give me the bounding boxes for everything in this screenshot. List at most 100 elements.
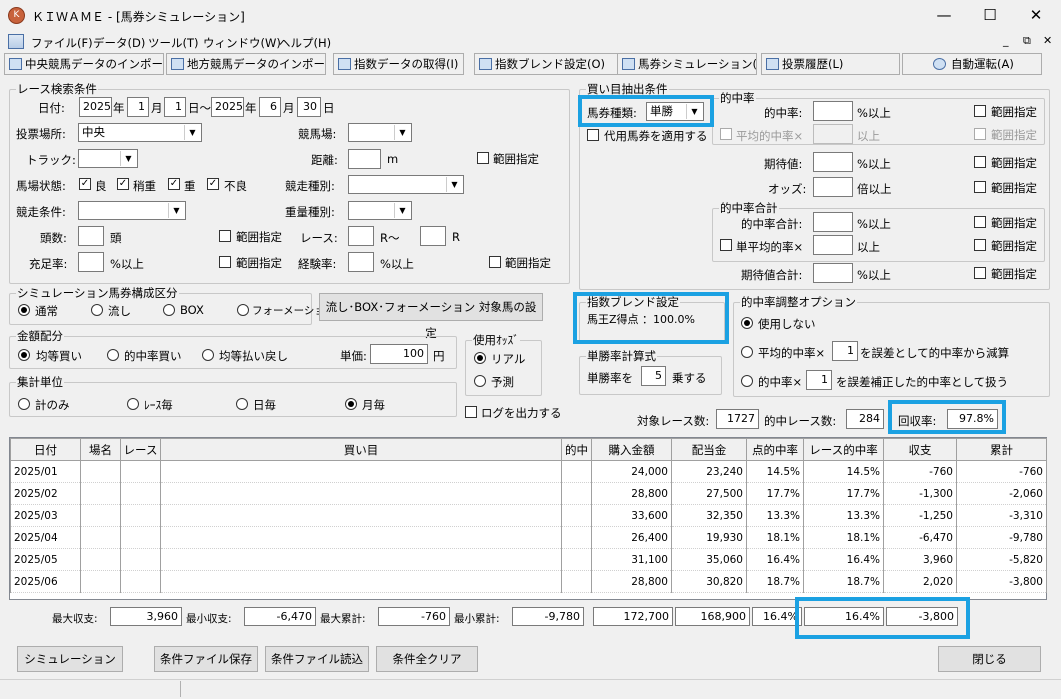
course-dropdown[interactable]: ▼ <box>348 123 412 142</box>
amount-hitrate-radio[interactable] <box>107 349 119 361</box>
col-cumulative[interactable]: 累計 <box>956 438 1047 461</box>
menu-window[interactable]: ウィンドウ(W) <box>203 35 281 51</box>
ground-heavy-checkbox[interactable]: ✓ <box>168 178 180 190</box>
to-year-input[interactable]: 2025 <box>211 97 244 117</box>
ground-slight-checkbox[interactable]: ✓ <box>117 178 129 190</box>
table-row[interactable]: 2025/05 31,100 35,060 16.4% 16.4% 3,960 -5,820 <box>10 548 1047 571</box>
vote-history-button[interactable]: 投票履歴(L) <box>761 53 900 75</box>
avg-hit-checkbox[interactable] <box>720 128 732 140</box>
get-index-button[interactable]: 指数データの取得(I) <box>333 53 464 75</box>
venue-dropdown[interactable]: 中央 ▼ <box>78 123 202 142</box>
maximize-icon[interactable]: ☐ <box>967 0 1013 32</box>
table-row[interactable]: 2025/04 26,400 19,930 18.1% 18.1% -6,470 -9,78… <box>10 526 1047 549</box>
race-to-input[interactable] <box>420 226 446 246</box>
amount-equal-radio[interactable] <box>18 349 30 361</box>
adjust-subtract-radio[interactable] <box>741 346 753 358</box>
mdi-window-icon[interactable] <box>8 34 24 49</box>
distance-range-checkbox[interactable] <box>477 152 489 164</box>
table-row[interactable]: 2025/03 33,600 32,350 13.3% 13.3% -1,250 -3,31… <box>10 504 1047 527</box>
col-race[interactable]: レース <box>120 438 161 461</box>
col-date[interactable]: 日付 <box>10 438 81 461</box>
amount-payout-radio[interactable] <box>202 349 214 361</box>
single-avg-input[interactable] <box>813 235 853 255</box>
clear-conditions-button[interactable]: 条件全クリア <box>376 646 478 672</box>
sim-normal-radio[interactable] <box>18 304 30 316</box>
save-conditions-button[interactable]: 条件ファイル保存 <box>154 646 258 672</box>
race-cond-dropdown[interactable]: ▼ <box>78 201 186 220</box>
blend-settings-button[interactable]: 指数ブレンド設定(O) <box>474 53 619 75</box>
mdi-close-icon[interactable]: ✕ <box>1043 34 1052 47</box>
menu-help[interactable]: ヘルプ(H) <box>279 35 331 51</box>
exp-sum-input[interactable] <box>813 263 853 283</box>
col-tickets[interactable]: 買い目 <box>160 438 562 461</box>
simulation-tab-button[interactable]: 馬券シミュレーション(B) <box>617 53 757 75</box>
adjust-none-radio[interactable] <box>741 317 753 329</box>
expected-value-input[interactable] <box>813 152 853 172</box>
mdi-minimize-icon[interactable]: _ <box>1003 34 1009 47</box>
col-payout[interactable]: 配当金 <box>671 438 747 461</box>
odds-forecast-radio[interactable] <box>474 375 486 387</box>
results-table[interactable]: 日付 場名 レース 買い目 的中 購入金額 配当金 点的中率 レース的中率 収支… <box>9 437 1047 600</box>
table-row[interactable]: 2025/06 28,800 30,820 18.7% 18.7% 2,020 -3,800 <box>10 570 1047 593</box>
fill-range-checkbox[interactable] <box>219 256 231 268</box>
ground-bad-checkbox[interactable]: ✓ <box>207 178 219 190</box>
agg-day-radio[interactable] <box>236 398 248 410</box>
menu-file[interactable]: ファイル(F) <box>31 35 93 51</box>
race-type-dropdown[interactable]: ▼ <box>348 175 464 194</box>
adjust-correct-radio[interactable] <box>741 375 753 387</box>
fill-rate-input[interactable] <box>78 252 104 272</box>
import-local-button[interactable]: 地方競馬データのインポート(N) <box>166 53 326 75</box>
win-exponent-input[interactable]: 5 <box>641 366 666 386</box>
heads-input[interactable] <box>78 226 104 246</box>
from-month-input[interactable]: 1 <box>127 97 149 117</box>
odds-real-radio[interactable] <box>474 352 486 364</box>
to-month-input[interactable]: 6 <box>259 97 281 117</box>
hit-sum-range-checkbox[interactable] <box>974 216 986 228</box>
hit-rate-input[interactable] <box>813 101 853 121</box>
agg-total-radio[interactable] <box>18 398 30 410</box>
load-conditions-button[interactable]: 条件ファイル読込 <box>265 646 369 672</box>
experience-range-checkbox[interactable] <box>489 256 501 268</box>
hit-sum-input[interactable] <box>813 212 853 232</box>
minimize-icon[interactable]: — <box>921 0 967 32</box>
simulation-button[interactable]: シミュレーション <box>17 646 123 672</box>
col-balance[interactable]: 収支 <box>883 438 957 461</box>
auto-run-button[interactable]: 自動運転(A) <box>902 53 1042 75</box>
avg-hit-input[interactable] <box>813 124 853 144</box>
menu-tools[interactable]: ツール(T) <box>148 35 199 51</box>
track-dropdown[interactable]: ▼ <box>78 149 138 168</box>
sim-nagashi-radio[interactable] <box>91 304 103 316</box>
exp-sum-range-checkbox[interactable] <box>974 267 986 279</box>
unit-price-input[interactable]: 100 <box>370 344 428 364</box>
race-from-input[interactable] <box>348 226 374 246</box>
distance-input[interactable] <box>348 149 381 169</box>
close-button[interactable]: 閉じる <box>938 646 1041 672</box>
col-point-hit[interactable]: 点的中率 <box>746 438 804 461</box>
from-year-input[interactable]: 2025 <box>79 97 112 117</box>
substitute-ticket-checkbox[interactable] <box>587 129 599 141</box>
output-log-checkbox[interactable] <box>465 406 477 418</box>
table-row[interactable]: 2025/02 28,800 27,500 17.7% 17.7% -1,300 -2,06… <box>10 482 1047 505</box>
col-purchase[interactable]: 購入金額 <box>591 438 672 461</box>
single-avg-checkbox[interactable] <box>720 239 732 251</box>
adjust-subtract-input[interactable]: 1 <box>832 341 858 361</box>
agg-month-radio[interactable] <box>345 398 357 410</box>
single-range-checkbox[interactable] <box>974 239 986 251</box>
to-day-input[interactable]: 30 <box>297 97 321 117</box>
sim-formation-radio[interactable] <box>237 304 249 316</box>
col-hit[interactable]: 的中 <box>561 438 592 461</box>
avg-range-checkbox[interactable] <box>974 128 986 140</box>
col-race-hit[interactable]: レース的中率 <box>803 438 884 461</box>
heads-range-checkbox[interactable] <box>219 230 231 242</box>
exp-range-checkbox[interactable] <box>974 156 986 168</box>
menu-data[interactable]: データ(D) <box>93 35 145 51</box>
close-window-icon[interactable]: ✕ <box>1013 0 1059 32</box>
experience-input[interactable] <box>348 252 374 272</box>
odds-input[interactable] <box>813 177 853 197</box>
table-row[interactable]: 2025/01 24,000 23,240 14.5% 14.5% -760 -760 <box>10 460 1047 483</box>
agg-race-radio[interactable] <box>127 398 139 410</box>
col-venue[interactable]: 場名 <box>80 438 121 461</box>
mdi-restore-icon[interactable]: ⧉ <box>1023 34 1031 48</box>
from-day-input[interactable]: 1 <box>164 97 186 117</box>
odds-range-checkbox[interactable] <box>974 181 986 193</box>
